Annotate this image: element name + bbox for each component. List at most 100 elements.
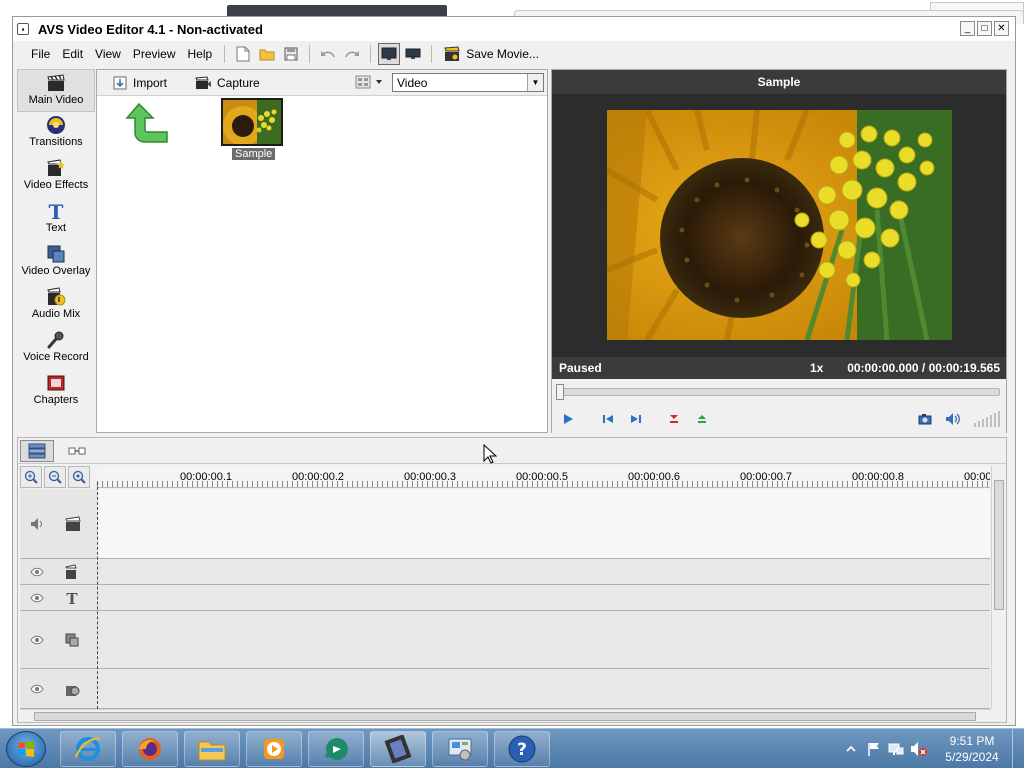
aspect-16-9-button[interactable]	[402, 43, 424, 65]
zoom-out-button[interactable]	[44, 466, 66, 488]
open-project-button[interactable]	[256, 43, 278, 65]
seek-bar[interactable]	[558, 388, 1000, 396]
taskbar-control-panel[interactable]	[432, 731, 488, 767]
speaker-icon[interactable]	[30, 517, 44, 531]
sidebar-item-chapters[interactable]: Chapters	[17, 370, 95, 413]
volume-button[interactable]	[945, 411, 961, 427]
timeline-vertical-scrollbar[interactable]	[991, 466, 1005, 709]
media-item-label[interactable]: Sample	[232, 148, 276, 160]
effects-track[interactable]	[97, 559, 990, 585]
save-movie-button[interactable]: Save Movie...	[438, 46, 545, 62]
save-project-button[interactable]	[280, 43, 302, 65]
system-clock[interactable]: 9:51 PM 5/29/2024	[932, 733, 1012, 765]
eye-icon[interactable]	[30, 635, 44, 645]
sidebar-item-video-overlay[interactable]: Video Overlay	[17, 241, 95, 284]
sidebar-item-transitions[interactable]: Transitions	[17, 112, 95, 155]
menu-view[interactable]: View	[89, 47, 127, 61]
sidebar-item-text[interactable]: T Text	[17, 198, 95, 241]
aspect-4-3-button[interactable]	[378, 43, 401, 65]
seek-handle[interactable]	[556, 384, 564, 400]
volume-level[interactable]	[972, 411, 1002, 427]
action-center-flag-icon[interactable]	[866, 741, 882, 757]
media-player-icon	[264, 739, 284, 759]
sidebar-item-label: Transitions	[29, 136, 83, 148]
capture-button[interactable]: Capture	[195, 76, 260, 90]
volume-muted-icon[interactable]	[910, 741, 928, 757]
eye-icon[interactable]	[30, 567, 44, 577]
timeline-ruler[interactable]: 00:00:00.1 00:00:00.2 00:00:00.3 00:00:0…	[97, 466, 990, 488]
zoom-fit-button[interactable]	[68, 466, 90, 488]
sidebar-item-voice-record[interactable]: Voice Record	[17, 327, 95, 370]
previous-frame-button[interactable]	[600, 411, 616, 427]
sidebar-item-video-effects[interactable]: Video Effects	[17, 155, 95, 198]
view-mode-toggle[interactable]	[355, 75, 383, 89]
menu-preview[interactable]: Preview	[127, 47, 182, 61]
taskbar-chat-app[interactable]	[308, 731, 364, 767]
taskbar-firefox[interactable]	[122, 731, 178, 767]
up-folder-button[interactable]	[125, 102, 171, 147]
sidebar-item-label: Main Video	[28, 94, 84, 106]
network-icon[interactable]	[888, 741, 904, 757]
eye-icon[interactable]	[30, 684, 44, 694]
timeline-panel: 00:00:00.1 00:00:00.2 00:00:00.3 00:00:0…	[17, 437, 1007, 723]
audio-mix-track[interactable]	[97, 669, 990, 709]
preview-panel: Sample Paused 1x 00:00:00.000 / 00:00:19…	[551, 69, 1007, 434]
timeline-view-button[interactable]	[20, 439, 54, 462]
timeline-toolbar	[18, 438, 1006, 464]
taskbar-file-explorer[interactable]	[184, 731, 240, 767]
text-track[interactable]	[97, 585, 990, 611]
new-project-button[interactable]	[232, 43, 254, 65]
media-filter-value: Video	[397, 75, 428, 90]
mark-in-button[interactable]	[666, 411, 682, 427]
skip-back-icon	[603, 415, 613, 423]
menu-file[interactable]: File	[25, 47, 56, 61]
next-frame-button[interactable]	[628, 411, 644, 427]
storyboard-view-button[interactable]	[60, 440, 94, 462]
scrollbar-thumb[interactable]	[994, 480, 1004, 610]
taskbar-help[interactable]: ?	[494, 731, 550, 767]
toolbar-separator	[431, 45, 433, 63]
play-button[interactable]	[560, 411, 576, 427]
taskbar-media-player[interactable]	[246, 731, 302, 767]
sidebar: Main Video Transitions Video Effects T T…	[17, 69, 95, 433]
zoom-in-icon	[24, 470, 38, 484]
menu-edit[interactable]: Edit	[56, 47, 89, 61]
media-filter-select[interactable]: Video ▼	[392, 73, 544, 92]
mark-out-button[interactable]	[694, 411, 710, 427]
timeline-tracks[interactable]	[97, 489, 990, 709]
show-desktop-button[interactable]	[1012, 729, 1024, 768]
app-icon[interactable]: ▪	[17, 23, 29, 35]
eye-icon[interactable]	[30, 593, 44, 603]
sidebar-item-audio-mix[interactable]: Audio Mix	[17, 284, 95, 327]
redo-button[interactable]	[341, 43, 363, 65]
zoom-in-button[interactable]	[20, 466, 42, 488]
floppy-disk-icon	[284, 47, 298, 61]
main-video-track[interactable]	[97, 489, 990, 559]
taskbar-avs-video-editor[interactable]	[370, 731, 426, 767]
snapshot-button[interactable]	[917, 411, 933, 427]
undo-button[interactable]	[317, 43, 339, 65]
import-button[interactable]: Import	[113, 76, 167, 90]
zoom-controls	[20, 466, 95, 488]
skip-forward-icon	[631, 415, 641, 423]
show-hidden-icons-chevron-icon[interactable]	[844, 742, 858, 756]
sidebar-item-label: Text	[45, 222, 67, 234]
timeline-playhead[interactable]	[97, 482, 98, 709]
minimize-button[interactable]: _	[960, 21, 975, 36]
audio-mix-icon	[66, 685, 80, 696]
start-button[interactable]	[6, 731, 46, 767]
overlay-track[interactable]	[97, 611, 990, 669]
taskbar-internet-explorer[interactable]	[60, 731, 116, 767]
clock-time: 9:51 PM	[949, 734, 995, 748]
dropdown-arrow-icon[interactable]: ▼	[527, 74, 543, 91]
sidebar-item-main-video[interactable]: Main Video	[17, 69, 95, 112]
timeline-horizontal-scrollbar[interactable]	[20, 709, 991, 722]
media-item-thumbnail[interactable]	[221, 98, 283, 146]
maximize-button[interactable]: □	[977, 21, 992, 36]
video-overlay-icon	[45, 243, 67, 265]
close-button[interactable]: ✕	[994, 21, 1009, 36]
windows-logo-icon	[18, 741, 34, 757]
scrollbar-thumb[interactable]	[34, 712, 976, 721]
preview-video-frame[interactable]	[607, 110, 952, 340]
menu-help[interactable]: Help	[182, 47, 219, 61]
